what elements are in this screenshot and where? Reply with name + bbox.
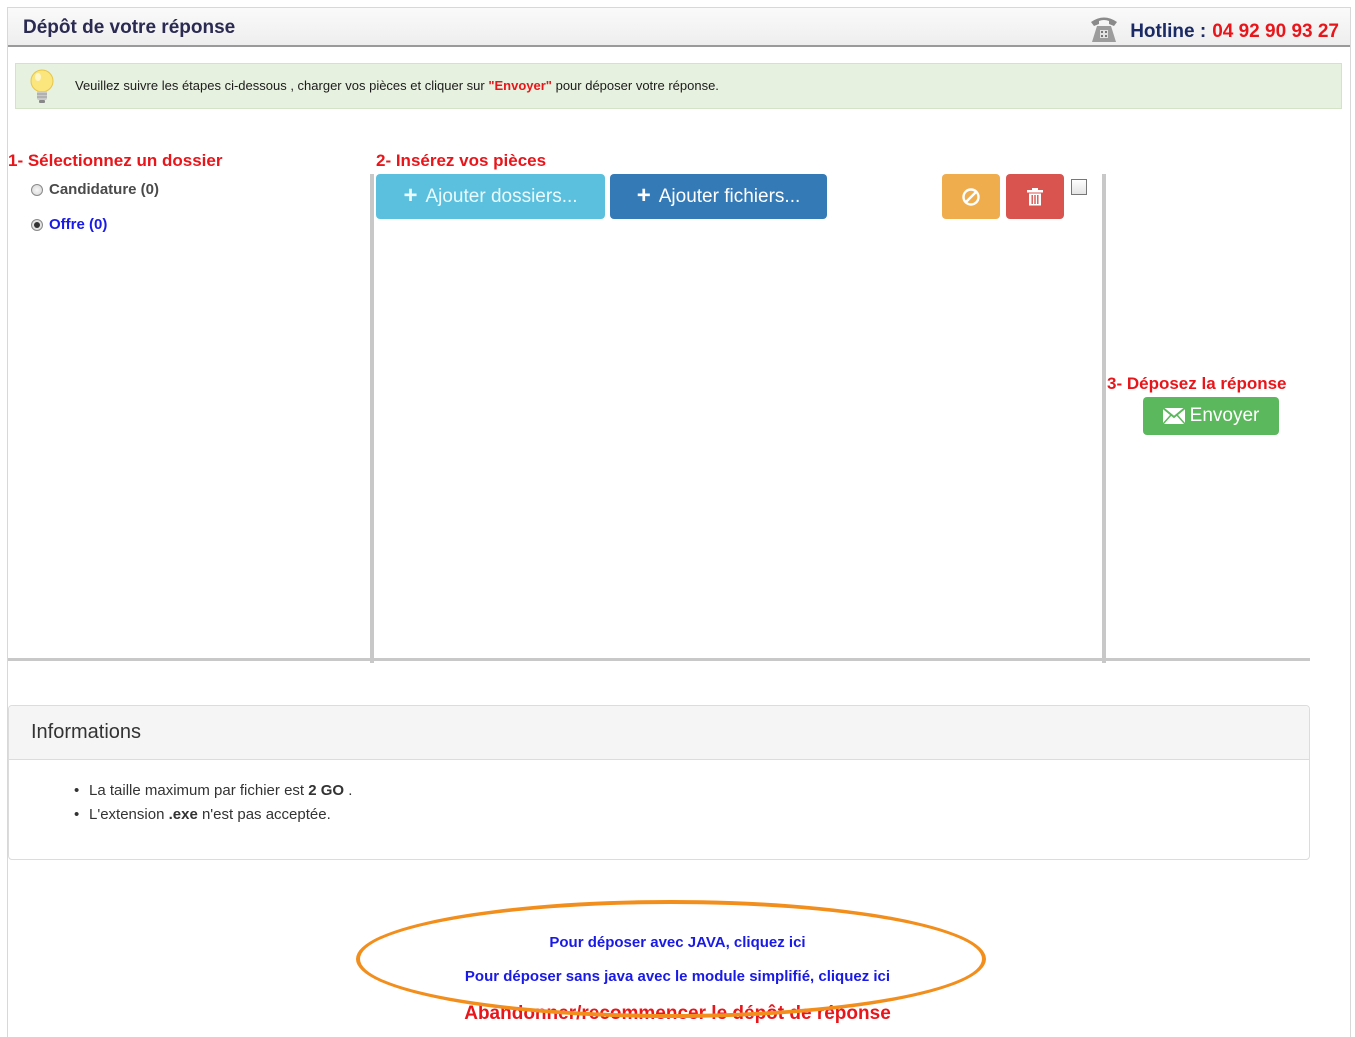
trash-icon [1027,187,1043,205]
notice-text-after: pour déposer votre réponse. [555,78,719,93]
add-folders-button[interactable]: + Ajouter dossiers... [376,174,605,219]
notice-text: Veuillez suivre les étapes ci-dessous , … [75,78,719,93]
info-item-text: La taille maximum par fichier est [89,782,305,799]
send-button[interactable]: Envoyer [1143,397,1279,435]
folder-candidature[interactable]: Candidature (0) [31,181,159,198]
plus-icon: + [636,181,651,209]
page-header: Dépôt de votre réponse Hotline : 04 92 9… [8,8,1350,47]
information-list: La taille maximum par fichier est 2 GO .… [74,782,353,830]
add-files-button[interactable]: + Ajouter fichiers... [610,174,827,219]
information-panel: Informations La taille maximum par fichi… [8,705,1310,860]
page-title: Dépôt de votre réponse [23,17,236,38]
cancel-icon [962,187,980,206]
lightbulb-icon [30,69,54,103]
highlight-ellipse [356,900,986,1018]
divider-bottom [8,658,1310,661]
phone-icon [1091,17,1118,42]
delete-button[interactable] [1006,174,1064,219]
radio-offre[interactable] [31,218,43,231]
select-all-checkbox[interactable] [1071,179,1087,195]
information-panel-heading: Informations [9,706,1309,760]
folder-offre[interactable]: Offre (0) [31,216,107,233]
plus-icon: + [403,181,418,209]
cancel-button[interactable] [942,174,1000,219]
list-item: La taille maximum par fichier est 2 GO . [74,782,353,806]
folder-candidature-label[interactable]: Candidature (0) [49,181,159,198]
info-item-text: n'est pas acceptée. [201,806,331,823]
step-3-label: 3- Déposez la réponse [1107,374,1287,393]
info-item-text: . [348,782,353,799]
instruction-notice: Veuillez suivre les étapes ci-dessous , … [15,63,1342,109]
hotline-number: 04 92 90 93 27 [1212,21,1339,42]
info-item-text: L'extension [89,806,165,823]
step-2-label: 2- Insérez vos pièces [376,151,547,170]
folder-offre-label[interactable]: Offre (0) [49,216,107,233]
radio-candidature[interactable] [31,183,43,196]
hotline-label: Hotline : [1130,21,1207,42]
add-files-label: Ajouter fichiers... [658,185,801,207]
add-folders-label: Ajouter dossiers... [425,185,578,207]
list-item: L'extension .exe n'est pas acceptée. [74,806,352,830]
info-item-bold: 2 GO [308,782,345,799]
info-item-bold: .exe [168,806,198,823]
notice-text-before: Veuillez suivre les étapes ci-dessous , … [75,78,485,93]
notice-highlight: "Envoyer" [488,78,552,93]
step-1-label: 1- Sélectionnez un dossier [8,151,223,170]
hotline: Hotline : 04 92 90 93 27 [1088,16,1339,48]
divider-left [370,174,374,663]
send-label: Envoyer [1189,405,1260,426]
divider-right [1102,174,1106,663]
information-title: Informations [31,721,142,743]
envelope-icon [1162,408,1185,424]
